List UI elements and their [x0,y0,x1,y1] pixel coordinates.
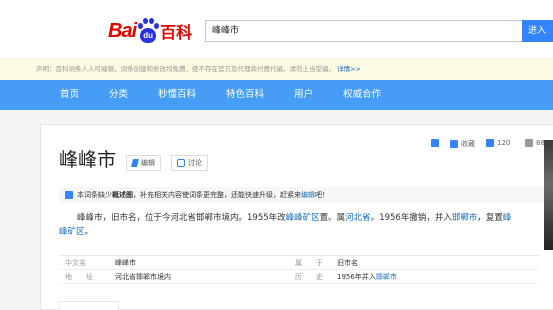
tip-edit-link[interactable]: 编辑 [301,191,315,199]
summary-paragraph: 峰峰市，旧市名，位于今河北省邯郸市境内。1955年改峰峰矿区置。属河北省。195… [59,211,519,239]
pencil-icon [130,159,140,167]
info-key: 地 址 [65,273,93,281]
search-input[interactable]: 峰峰市 [205,20,522,42]
logo-text-bai: Bai [108,19,137,42]
info-icon [65,191,73,199]
tip-text-2: ，补充相关内容使词条更完整，还能快速升级，赶紧来 [133,191,301,199]
notice-text: 声明：百科词条人人可编辑，词条创建和修改均免费，绝不存在官方及代理商付费代编，请… [36,65,335,73]
link-handan[interactable]: 邯郸市 [452,213,478,223]
para-text: 。 [84,227,94,237]
add-to-button[interactable] [431,139,442,147]
baidu-baike-logo[interactable]: Bai du 百科 [108,14,192,48]
para-text: 。1956年撤销，并入 [370,213,452,223]
edit-label: 编辑 [141,159,155,167]
logo-text-baike: 百科 [160,23,193,42]
info-value: 峰峰市 [115,259,136,267]
link-handan[interactable]: 邯郸市 [376,273,397,281]
info-key: 历 史 [295,273,323,281]
info-key: 中文名 [65,259,86,267]
nav-item-featured[interactable]: 特色百科 [211,80,279,110]
share-icon [525,139,533,147]
discuss-button[interactable]: 讨论 [171,155,208,171]
table-row: 中文名 峰峰市 属 于 旧市名 [59,256,539,270]
nav-item-partnership[interactable]: 权威合作 [328,80,396,110]
history-text: 1956年并入 [337,273,376,281]
tip-text-3: 吧！ [315,191,329,199]
like-count: 120 [497,139,511,147]
info-key: 属 于 [295,259,323,267]
logo-text-du: du [140,28,157,43]
favorite-label: 收藏 [461,140,475,148]
info-value: 1956年并入邯郸市 [337,270,539,283]
link-fengfeng-district[interactable]: 峰峰矿区 [286,213,320,223]
nav-item-video[interactable]: 秒懂百科 [143,80,211,110]
info-value: 河北省邯郸市境内 [115,273,171,281]
nav-item-category[interactable]: 分类 [94,80,143,110]
side-image[interactable] [544,140,553,250]
para-text: 置。属 [319,213,346,223]
page-title: 峰峰市 [59,149,117,171]
info-value: 旧市名 [337,259,358,267]
main-nav: 首页 分类 秒懂百科 特色百科 用户 权威合作 [0,80,553,110]
entry-content: 峰峰市 编辑 讨论 收藏 120 88 本词条缺少概述图，补充相关内容使词条更完… [40,124,553,310]
nav-item-home[interactable]: 首页 [45,80,94,110]
tip-bold: 概述图 [112,191,133,199]
share-button[interactable]: 88 [525,139,545,147]
enter-button[interactable]: 进入 [522,20,553,42]
star-icon [450,140,458,148]
thumbs-up-icon [486,139,494,147]
catalog-tab[interactable] [59,301,119,310]
favorite-button[interactable]: 收藏 [450,139,475,149]
nav-item-user[interactable]: 用户 [279,80,328,110]
incomplete-tip: 本词条缺少概述图，补充相关内容使词条更完整，还能快速升级，赶紧来编辑吧！ [59,187,549,203]
paw-icon: du [137,17,160,45]
site-header: Bai du 百科 峰峰市 进入 [0,0,553,58]
discuss-label: 讨论 [188,159,202,167]
edit-button[interactable]: 编辑 [126,155,161,171]
plus-icon [431,139,439,147]
tip-text: 本词条缺少 [77,191,112,199]
table-row: 地 址 河北省邯郸市境内 历 史 1956年并入邯郸市 [59,270,539,284]
para-text: 峰峰市，旧市名，位于今河北省邯郸市境内。1955年改 [77,213,286,223]
link-hebei[interactable]: 河北省 [345,213,371,223]
basic-info-table: 中文名 峰峰市 属 于 旧市名 地 址 河北省邯郸市境内 历 史 1956年并入… [59,255,539,284]
like-button[interactable]: 120 [486,139,510,147]
notice-details-link[interactable]: 详情>> [337,65,361,73]
comment-icon [177,159,185,167]
notice-bar: 声明：百科词条人人可编辑，词条创建和修改均免费，绝不存在官方及代理商付费代编，请… [0,58,553,80]
para-text: ，复置 [477,213,503,223]
